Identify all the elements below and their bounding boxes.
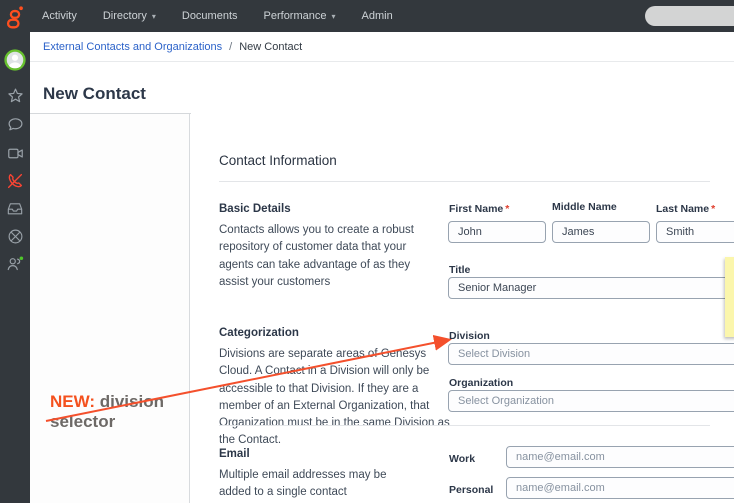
- user-presence-avatar[interactable]: [0, 49, 30, 71]
- new-contact-form: Contact Information Basic Details Contac…: [191, 113, 734, 503]
- group-desc-basic-details: Contacts allows you to create a robust r…: [219, 222, 439, 291]
- personal-email-label: Personal: [449, 484, 493, 496]
- top-bar: Activity Directory ▾ Documents Performanc…: [0, 0, 734, 32]
- contacts-presence-icon[interactable]: [0, 255, 30, 272]
- yellow-sticky-note: [725, 257, 734, 337]
- section-title-contact-information: Contact Information: [219, 153, 337, 168]
- organization-label: Organization: [449, 377, 513, 389]
- phone-disabled-icon[interactable]: [0, 172, 30, 190]
- circle-x-icon[interactable]: [0, 228, 30, 245]
- breadcrumb-link-external-contacts[interactable]: External Contacts and Organizations: [43, 41, 222, 53]
- last-name-label: Last Name*: [656, 203, 715, 215]
- work-email-label: Work: [449, 453, 475, 465]
- nav-admin-label: Admin: [362, 10, 393, 22]
- annotation-new-division-selector: NEW: division selector: [50, 392, 172, 433]
- group-desc-categorization: Divisions are separate areas of Genesys …: [219, 346, 451, 450]
- group-title-email: Email: [219, 448, 250, 460]
- first-name-label-text: First Name: [449, 203, 503, 215]
- left-panel: NEW: division selector: [30, 114, 190, 503]
- title-label: Title: [449, 264, 470, 276]
- favorites-star-icon[interactable]: [0, 87, 30, 104]
- chevron-down-icon: ▾: [152, 12, 156, 21]
- nav-directory-label: Directory: [103, 10, 147, 22]
- chat-icon[interactable]: [0, 116, 30, 133]
- group-title-categorization: Categorization: [219, 327, 299, 339]
- work-email-input[interactable]: [506, 446, 734, 468]
- organization-label-text: Organization: [449, 377, 513, 389]
- group-title-basic-details: Basic Details: [219, 203, 291, 215]
- page-title: New Contact: [43, 84, 146, 104]
- last-name-input[interactable]: [656, 221, 734, 243]
- chevron-down-icon: ▾: [332, 12, 336, 21]
- video-icon[interactable]: [0, 146, 30, 161]
- personal-email-input[interactable]: [506, 477, 734, 499]
- title-label-text: Title: [449, 264, 470, 276]
- nav-performance[interactable]: Performance ▾: [264, 10, 336, 22]
- section-divider: [219, 425, 710, 426]
- inbox-icon[interactable]: [0, 201, 30, 216]
- breadcrumb: External Contacts and Organizations / Ne…: [30, 32, 734, 62]
- breadcrumb-current: New Contact: [239, 41, 302, 53]
- nav-performance-label: Performance: [264, 10, 327, 22]
- search-input[interactable]: [645, 6, 734, 26]
- work-email-label-text: Work: [449, 453, 475, 465]
- top-nav: Activity Directory ▾ Documents Performanc…: [42, 0, 393, 32]
- left-icon-rail: [0, 0, 30, 503]
- title-input[interactable]: [448, 277, 734, 299]
- group-desc-email: Multiple email addresses may be added to…: [219, 467, 409, 502]
- first-name-input[interactable]: [448, 221, 546, 243]
- division-label: Division: [449, 330, 490, 342]
- nav-directory[interactable]: Directory ▾: [103, 10, 156, 22]
- middle-name-label: Middle Name: [552, 201, 617, 213]
- first-name-label: First Name*: [449, 203, 509, 215]
- last-name-label-text: Last Name: [656, 203, 709, 215]
- nav-activity[interactable]: Activity: [42, 10, 77, 22]
- section-divider: [219, 181, 710, 182]
- breadcrumb-separator: /: [229, 41, 232, 53]
- genesys-logo-icon: [3, 5, 27, 31]
- middle-name-input[interactable]: [552, 221, 650, 243]
- required-asterisk: *: [711, 203, 715, 215]
- required-asterisk: *: [505, 203, 509, 215]
- division-label-text: Division: [449, 330, 490, 342]
- division-select[interactable]: [448, 343, 734, 365]
- annotation-highlight: NEW:: [50, 392, 95, 411]
- organization-select[interactable]: [448, 390, 734, 412]
- middle-name-label-text: Middle Name: [552, 201, 617, 213]
- nav-documents-label: Documents: [182, 10, 238, 22]
- nav-documents[interactable]: Documents: [182, 10, 238, 22]
- nav-admin[interactable]: Admin: [362, 10, 393, 22]
- nav-activity-label: Activity: [42, 10, 77, 22]
- personal-email-label-text: Personal: [449, 484, 493, 496]
